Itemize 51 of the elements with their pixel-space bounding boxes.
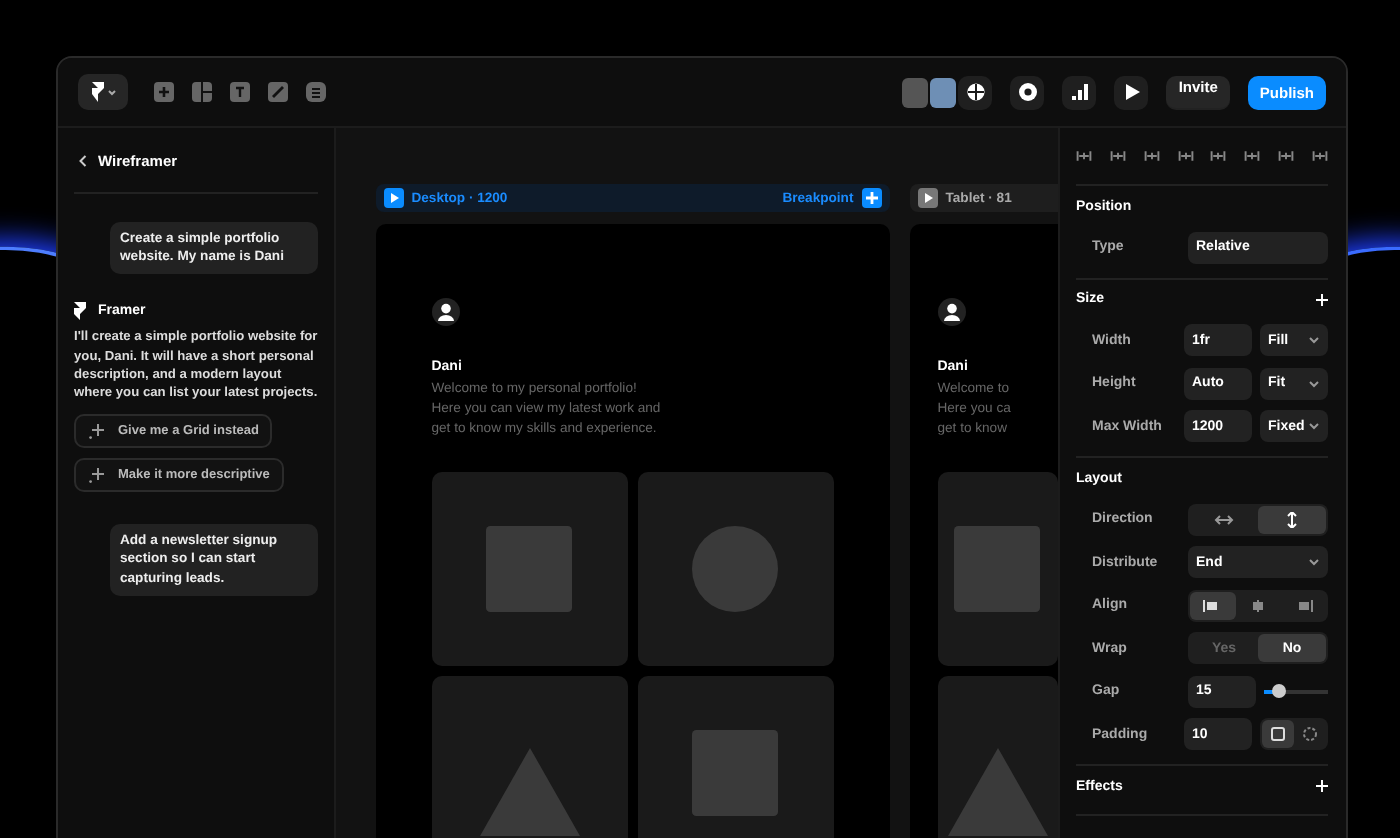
chevron-icon — [1308, 336, 1320, 345]
align-icon[interactable] — [1143, 148, 1160, 164]
avatar-icon — [937, 298, 966, 326]
avatar-photo — [930, 77, 957, 107]
align-icon[interactable] — [1076, 148, 1092, 164]
align-icon[interactable] — [1311, 148, 1328, 164]
align-icon[interactable] — [1278, 148, 1295, 164]
align-center-icon — [1248, 597, 1268, 614]
align-option[interactable] — [1190, 591, 1236, 620]
square-shape — [486, 525, 573, 612]
chevron-icon — [1308, 558, 1320, 567]
align-icon[interactable] — [1109, 148, 1126, 164]
vertical-arrows-icon — [1282, 511, 1302, 528]
add-icon[interactable] — [861, 188, 882, 208]
align-icon[interactable] — [1210, 148, 1227, 164]
square-shape — [692, 729, 779, 816]
gap-slider[interactable] — [1264, 689, 1328, 694]
circle-shape — [692, 525, 779, 612]
play-icon[interactable] — [917, 188, 938, 208]
chart-icon[interactable] — [1062, 75, 1097, 109]
settings-icon[interactable] — [1010, 75, 1045, 109]
square-shape — [954, 525, 1041, 612]
align-right-icon — [1293, 597, 1314, 614]
align-icon[interactable] — [1244, 148, 1261, 164]
triangle-shape — [477, 748, 582, 837]
triangle-shape — [945, 748, 1050, 837]
sparkle-icon — [88, 466, 106, 485]
add-icon[interactable] — [1316, 293, 1328, 305]
avatar-icon — [431, 298, 460, 326]
sparkle-icon — [88, 422, 106, 441]
add-icon[interactable] — [1316, 780, 1328, 792]
chevron-icon — [1308, 422, 1320, 431]
framer-logo-icon — [74, 302, 86, 321]
horizontal-arrows-icon — [1214, 511, 1234, 528]
framer-menu-button[interactable] — [78, 74, 128, 110]
play-icon[interactable] — [1114, 75, 1149, 109]
text-icon[interactable] — [230, 82, 250, 102]
chevron-icon — [1308, 379, 1320, 388]
avatar-photo — [902, 77, 929, 107]
direction-option[interactable] — [1258, 505, 1326, 534]
framer-logo-icon — [90, 82, 104, 102]
align-icon[interactable] — [1177, 148, 1194, 164]
back-icon[interactable] — [78, 153, 88, 167]
plus-icon[interactable] — [154, 82, 174, 102]
globe-icon[interactable] — [958, 75, 993, 109]
square-icon[interactable] — [1262, 720, 1294, 749]
layout-icon[interactable] — [192, 82, 212, 102]
pen-icon[interactable] — [268, 82, 288, 102]
play-icon[interactable] — [383, 188, 404, 208]
align-left-icon — [1202, 597, 1223, 614]
caret-icon — [108, 89, 116, 95]
